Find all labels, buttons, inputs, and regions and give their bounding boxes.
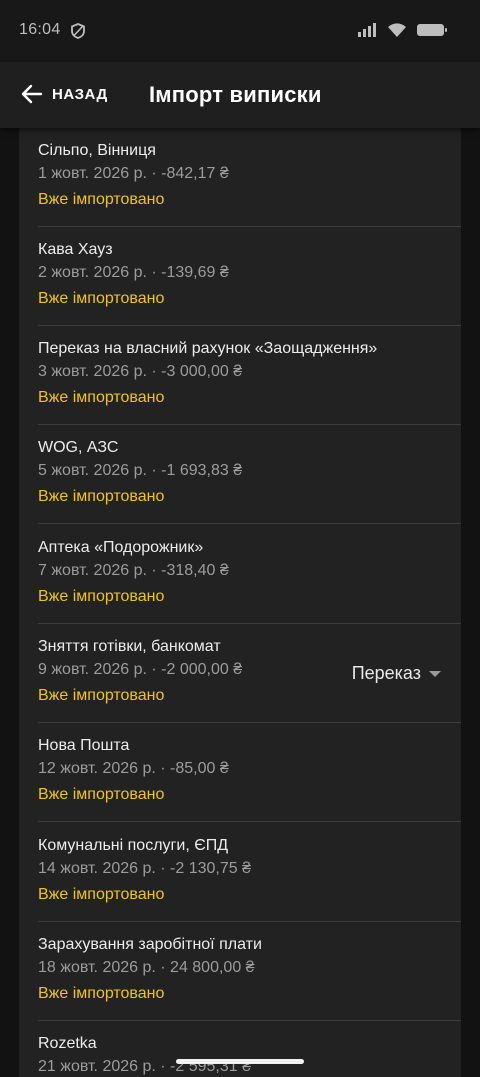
import-status[interactable]: Вже імпортовано	[38, 985, 164, 1003]
transaction-title: Нова Пошта	[38, 737, 130, 754]
shield-icon	[71, 23, 85, 39]
transaction-row[interactable]: Зарахування заробітної плати 18 жовт. 20…	[19, 922, 461, 1021]
transaction-row[interactable]: Комунальні послуги, ЄПД 14 жовт. 2026 р.…	[19, 823, 461, 922]
caret-down-icon	[429, 670, 441, 677]
back-button[interactable]: НАЗАД	[20, 82, 108, 106]
import-status[interactable]: Вже імпортовано	[38, 786, 164, 804]
transaction-subtitle: 2 жовт. 2026 р. · -139,69 ₴	[38, 264, 229, 281]
import-status[interactable]: Вже імпортовано	[38, 588, 164, 606]
transaction-subtitle: 7 жовт. 2026 р. · -318,40 ₴	[38, 562, 229, 579]
back-button-label: НАЗАД	[52, 85, 108, 103]
divider	[38, 523, 461, 524]
transaction-row[interactable]: Переказ на власний рахунок «Заощадження»…	[19, 326, 461, 425]
wifi-icon	[388, 23, 406, 37]
transaction-row[interactable]: WOG, АЗС 5 жовт. 2026 р. · -1 693,83 ₴ В…	[19, 425, 461, 524]
transaction-title: Зарахування заробітної плати	[38, 936, 262, 953]
import-status[interactable]: Вже імпортовано	[38, 687, 164, 705]
import-status[interactable]: Вже імпортовано	[38, 290, 164, 308]
transaction-row[interactable]: Rozetka 21 жовт. 2026 р. · -2 595,31 ₴	[19, 1021, 461, 1077]
status-bar: 16:04	[0, 0, 480, 62]
app-bar: НАЗАД Імпорт виписки	[0, 62, 480, 128]
transaction-title: Комунальні послуги, ЄПД	[38, 837, 229, 854]
transaction-row[interactable]: Аптека «Подорожник» 7 жовт. 2026 р. · -3…	[19, 525, 461, 624]
import-status[interactable]: Вже імпортовано	[38, 488, 164, 506]
transaction-subtitle: 18 жовт. 2026 р. · 24 800,00 ₴	[38, 959, 255, 976]
transaction-title: Аптека «Подорожник»	[38, 539, 204, 556]
transaction-row[interactable]: Кава Хауз 2 жовт. 2026 р. · -139,69 ₴ Вж…	[19, 227, 461, 326]
divider	[38, 821, 461, 822]
import-status[interactable]: Вже імпортовано	[38, 886, 164, 904]
transaction-subtitle: 5 жовт. 2026 р. · -1 693,83 ₴	[38, 462, 243, 479]
transaction-subtitle: 3 жовт. 2026 р. · -3 000,00 ₴	[38, 363, 243, 380]
transaction-subtitle: 14 жовт. 2026 р. · -2 130,75 ₴	[38, 860, 251, 877]
transaction-title: Rozetka	[38, 1035, 97, 1052]
signal-icon	[358, 23, 376, 37]
status-icons	[357, 22, 448, 38]
transaction-subtitle: 12 жовт. 2026 р. · -85,00 ₴	[38, 760, 229, 777]
transaction-row[interactable]: Сільпо, Вінниця 1 жовт. 2026 р. · -842,1…	[19, 128, 461, 227]
transaction-title: Кава Хауз	[38, 241, 113, 258]
page-title: Імпорт виписки	[149, 82, 322, 107]
import-status[interactable]: Вже імпортовано	[38, 191, 164, 209]
category-dropdown[interactable]: Переказ	[352, 663, 441, 684]
battery-icon	[417, 24, 447, 36]
transaction-row[interactable]: Нова Пошта 12 жовт. 2026 р. · -85,00 ₴ В…	[19, 723, 461, 822]
transaction-title: Зняття готівки, банкомат	[38, 638, 221, 655]
category-dropdown-value: Переказ	[351, 663, 421, 683]
transactions-list: Сільпо, Вінниця 1 жовт. 2026 р. · -842,1…	[19, 128, 461, 1077]
status-time: 16:04	[19, 21, 61, 38]
transaction-subtitle: 1 жовт. 2026 р. · -842,17 ₴	[38, 165, 229, 182]
import-status[interactable]: Вже імпортовано	[38, 389, 164, 407]
arrow-left-icon	[21, 84, 43, 104]
transaction-title: WOG, АЗС	[38, 439, 119, 456]
home-indicator[interactable]	[176, 1059, 304, 1064]
transaction-row[interactable]: Зняття готівки, банкомат 9 жовт. 2026 р.…	[19, 624, 461, 723]
transaction-title: Сільпо, Вінниця	[38, 142, 156, 159]
transaction-title: Переказ на власний рахунок «Заощадження»	[38, 340, 378, 357]
transaction-subtitle: 9 жовт. 2026 р. · -2 000,00 ₴	[38, 661, 243, 678]
